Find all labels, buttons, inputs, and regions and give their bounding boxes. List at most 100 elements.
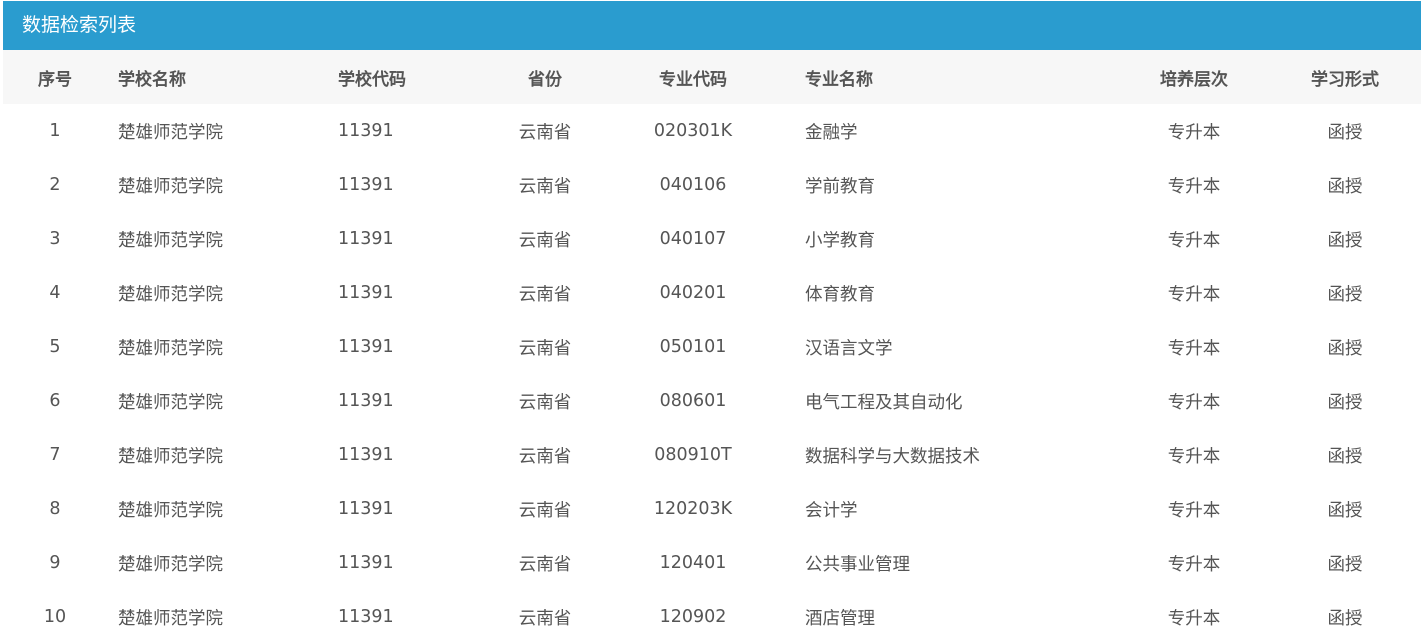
cell-major-code: 040106 [659,175,727,195]
cell-study-form: 函授 [1327,338,1363,359]
cell-school-name: 楚雄师范学院 [118,338,223,359]
cell-school-name: 楚雄师范学院 [118,554,223,575]
cell-major-code: 040107 [659,229,727,249]
cell-school-code: 11391 [338,175,394,195]
cell-major-name: 数据科学与大数据技术 [805,446,980,467]
cell-seq: 5 [49,337,61,357]
column-header-school-name: 学校名称 [118,69,186,90]
cell-level: 专升本 [1167,176,1221,197]
cell-seq: 2 [49,175,61,195]
header-row: 序号 学校名称 学校代码 省份 专业代码 专业名称 培养层次 学习形式 [3,50,1421,104]
table-row[interactable]: 8 楚雄师范学院 11391 云南省 120203K 会计学 专升本 函授 [3,482,1421,536]
cell-school-name: 楚雄师范学院 [118,284,223,305]
cell-study-form: 函授 [1327,176,1363,197]
cell-school-code: 11391 [338,607,394,627]
cell-school-code: 11391 [338,445,394,465]
column-header-major-code: 专业代码 [659,69,727,90]
cell-school-name: 楚雄师范学院 [118,392,223,413]
cell-seq: 6 [49,391,61,411]
cell-school-code: 11391 [338,337,394,357]
cell-seq: 7 [49,445,61,465]
table-row[interactable]: 4 楚雄师范学院 11391 云南省 040201 体育教育 专升本 函授 [3,266,1421,320]
cell-level: 专升本 [1167,392,1221,413]
cell-study-form: 函授 [1327,284,1363,305]
column-header-major-name: 专业名称 [805,69,873,90]
cell-level: 专升本 [1167,338,1221,359]
cell-major-name: 金融学 [805,122,858,143]
cell-major-name: 汉语言文学 [805,338,893,359]
cell-major-name: 公共事业管理 [805,554,910,575]
cell-seq: 9 [49,553,61,573]
cell-major-name: 酒店管理 [805,608,875,629]
cell-major-code: 120401 [659,553,727,573]
cell-study-form: 函授 [1327,446,1363,467]
table-row[interactable]: 6 楚雄师范学院 11391 云南省 080601 电气工程及其自动化 专升本 函授 [3,374,1421,428]
table-row[interactable]: 7 楚雄师范学院 11391 云南省 080910T 数据科学与大数据技术 专升本 函授 [3,428,1421,482]
data-list-panel: 数据检索列表 序号 学校名称 学校代码 省份 专业代码 专业名称 培养层次 学习… [3,1,1421,643]
cell-province: 云南省 [518,608,572,629]
cell-study-form: 函授 [1327,554,1363,575]
cell-seq: 3 [49,229,61,249]
cell-study-form: 函授 [1327,122,1363,143]
table-row[interactable]: 10 楚雄师范学院 11391 云南省 120902 酒店管理 专升本 函授 [3,590,1421,643]
cell-province: 云南省 [518,122,572,143]
cell-seq: 1 [49,121,61,141]
cell-school-name: 楚雄师范学院 [118,446,223,467]
cell-level: 专升本 [1167,554,1221,575]
cell-province: 云南省 [518,446,572,467]
cell-school-code: 11391 [338,121,394,141]
cell-major-name: 学前教育 [805,176,875,197]
cell-level: 专升本 [1167,284,1221,305]
cell-province: 云南省 [518,392,572,413]
cell-study-form: 函授 [1327,608,1363,629]
cell-seq: 4 [49,283,61,303]
cell-major-code: 080910T [654,445,732,465]
column-header-seq: 序号 [38,69,72,90]
cell-school-code: 11391 [338,229,394,249]
cell-level: 专升本 [1167,608,1221,629]
cell-major-code: 120203K [653,499,733,519]
cell-study-form: 函授 [1327,392,1363,413]
cell-province: 云南省 [518,554,572,575]
table-row[interactable]: 5 楚雄师范学院 11391 云南省 050101 汉语言文学 专升本 函授 [3,320,1421,374]
results-table: 序号 学校名称 学校代码 省份 专业代码 专业名称 培养层次 学习形式 1 楚雄师… [3,50,1421,643]
cell-major-name: 电气工程及其自动化 [805,392,963,413]
cell-level: 专升本 [1167,230,1221,251]
cell-major-code: 020301K [653,121,733,141]
cell-study-form: 函授 [1327,230,1363,251]
cell-school-name: 楚雄师范学院 [118,176,223,197]
cell-province: 云南省 [518,338,572,359]
cell-major-name: 体育教育 [805,284,875,305]
table-row[interactable]: 3 楚雄师范学院 11391 云南省 040107 小学教育 专升本 函授 [3,212,1421,266]
cell-school-code: 11391 [338,499,394,519]
cell-major-name: 会计学 [805,500,858,521]
table-row[interactable]: 2 楚雄师范学院 11391 云南省 040106 学前教育 专升本 函授 [3,158,1421,212]
cell-school-code: 11391 [338,283,394,303]
cell-level: 专升本 [1167,500,1221,521]
cell-school-code: 11391 [338,553,394,573]
column-header-study-form: 学习形式 [1311,69,1379,90]
table-row[interactable]: 9 楚雄师范学院 11391 云南省 120401 公共事业管理 专升本 函授 [3,536,1421,590]
cell-seq: 10 [43,607,67,627]
column-header-school-code: 学校代码 [338,69,406,90]
cell-major-code: 120902 [659,607,727,627]
table-row[interactable]: 1 楚雄师范学院 11391 云南省 020301K 金融学 专升本 函授 [3,104,1421,158]
cell-school-name: 楚雄师范学院 [118,122,223,143]
cell-school-name: 楚雄师范学院 [118,230,223,251]
column-header-province: 省份 [528,69,562,90]
cell-province: 云南省 [518,176,572,197]
cell-level: 专升本 [1167,446,1221,467]
cell-province: 云南省 [518,500,572,521]
cell-level: 专升本 [1167,122,1221,143]
cell-province: 云南省 [518,230,572,251]
cell-study-form: 函授 [1327,500,1363,521]
cell-major-name: 小学教育 [805,230,875,251]
cell-major-code: 050101 [659,337,727,357]
cell-school-name: 楚雄师范学院 [118,608,223,629]
cell-school-name: 楚雄师范学院 [118,500,223,521]
cell-school-code: 11391 [338,391,394,411]
column-header-level: 培养层次 [1160,69,1228,90]
table-body: 1 楚雄师范学院 11391 云南省 020301K 金融学 专升本 函授 2 楚雄师范学院 113… [3,104,1421,643]
cell-major-code: 040201 [659,283,727,303]
cell-major-code: 080601 [659,391,727,411]
